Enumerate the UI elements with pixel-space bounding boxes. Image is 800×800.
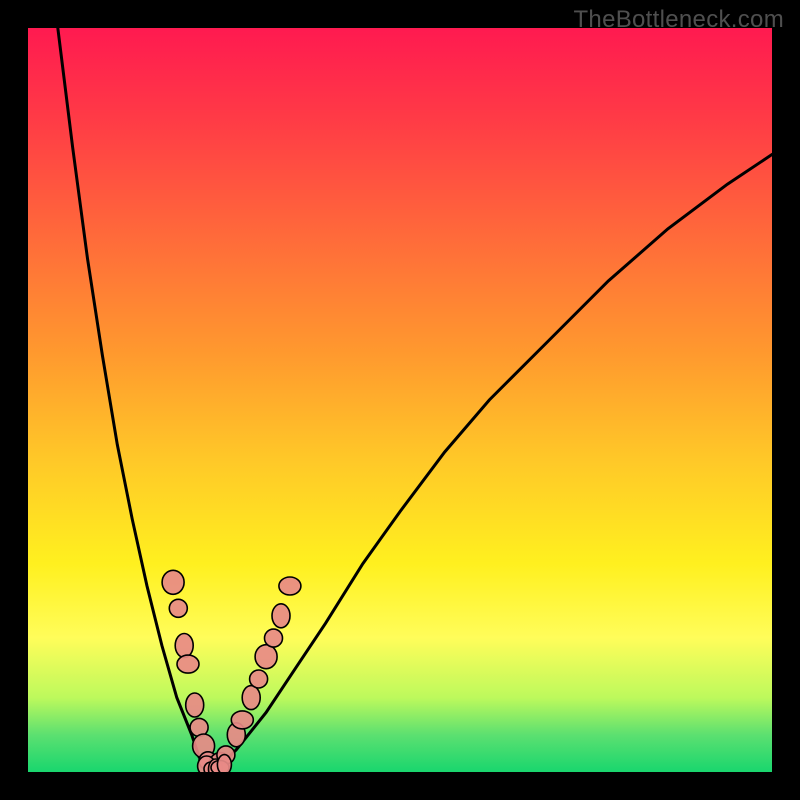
watermark-text: TheBottleneck.com	[573, 6, 784, 34]
dots-right-dot	[231, 711, 253, 729]
dots-left-dot	[169, 599, 187, 617]
dots-group	[162, 570, 301, 772]
dots-right-dot	[250, 670, 268, 688]
dots-right-dot	[255, 645, 277, 669]
dots-left-dot	[175, 634, 193, 658]
dots-left-dot	[186, 693, 204, 717]
dots-right-dot	[272, 604, 290, 628]
dots-left-dot	[177, 655, 199, 673]
curves-svg	[28, 28, 772, 772]
dots-valley-dot	[217, 755, 231, 772]
dots-right-dot	[279, 577, 301, 595]
chart-frame: TheBottleneck.com	[0, 0, 800, 800]
plot-area	[28, 28, 772, 772]
curve-group	[58, 28, 772, 772]
dots-left-dot	[162, 570, 184, 594]
right-curve	[214, 155, 772, 773]
dots-right-dot	[242, 686, 260, 710]
dots-right-dot	[265, 629, 283, 647]
